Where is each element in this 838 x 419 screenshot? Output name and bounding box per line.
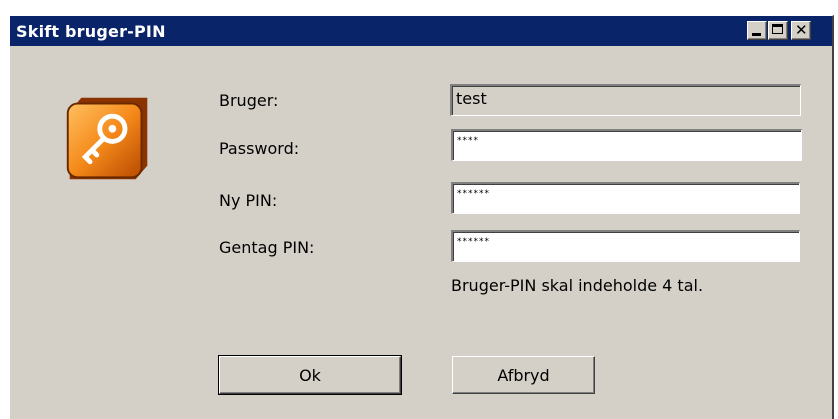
minimize-icon xyxy=(752,33,761,36)
title-bar[interactable]: Skift bruger-PIN ✕ xyxy=(10,16,832,46)
repeat-pin-field[interactable]: ****** xyxy=(451,230,800,262)
password-label: Password: xyxy=(219,139,300,158)
cancel-button[interactable]: Afbryd xyxy=(452,356,595,394)
user-field: test xyxy=(450,84,801,116)
dialog-window: Skift bruger-PIN ✕ xyxy=(9,15,834,419)
new-pin-field[interactable]: ****** xyxy=(451,182,800,214)
close-button[interactable]: ✕ xyxy=(791,21,811,40)
password-field[interactable]: **** xyxy=(451,129,802,161)
window-title: Skift bruger-PIN xyxy=(16,22,166,41)
new-pin-label: Ny PIN: xyxy=(219,191,278,210)
user-label: Bruger: xyxy=(219,91,279,110)
key-icon xyxy=(66,97,148,180)
maximize-icon xyxy=(772,24,783,34)
pin-hint-text: Bruger-PIN skal indeholde 4 tal. xyxy=(451,276,704,295)
repeat-pin-label: Gentag PIN: xyxy=(219,238,315,257)
minimize-button[interactable] xyxy=(747,21,767,40)
close-icon: ✕ xyxy=(795,21,808,39)
ok-button[interactable]: Ok xyxy=(218,355,402,395)
maximize-button[interactable] xyxy=(768,21,788,40)
